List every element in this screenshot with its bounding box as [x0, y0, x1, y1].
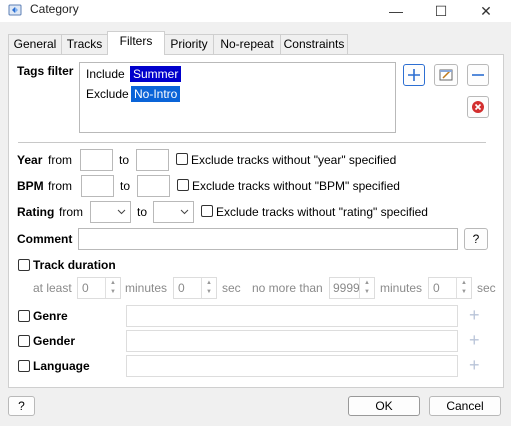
- add-genre-icon: +: [469, 305, 480, 325]
- at-least-label: at least: [33, 281, 72, 295]
- language-input: [126, 355, 458, 377]
- spinner-icon: ▲ ▼: [201, 278, 216, 298]
- help-button[interactable]: ?: [8, 396, 35, 416]
- bpm-to-label: to: [120, 179, 131, 193]
- tab-tracks[interactable]: Tracks: [61, 34, 108, 54]
- tab-priority[interactable]: Priority: [164, 34, 214, 54]
- genre-label: Genre: [33, 309, 68, 323]
- min-duration-minutes-value: 0: [82, 281, 89, 295]
- language-label: Language: [33, 359, 90, 373]
- year-from-input[interactable]: [80, 149, 113, 171]
- chevron-down-icon: [180, 209, 189, 215]
- bpm-from-label: from: [48, 179, 72, 193]
- tags-filter-label: Tags filter: [17, 64, 74, 78]
- add-gender-icon: +: [469, 330, 480, 350]
- add-tag-button[interactable]: [403, 64, 425, 86]
- max-duration-minutes-value: 9999: [333, 281, 360, 295]
- max-duration-seconds-value: 0: [433, 281, 440, 295]
- year-to-input[interactable]: [136, 149, 169, 171]
- close-button[interactable]: ✕: [466, 0, 506, 22]
- max-duration-minutes: 9999 ▲ ▼: [329, 277, 375, 299]
- window-title: Category: [30, 2, 79, 16]
- tag-row-tag[interactable]: No-Intro: [131, 86, 181, 102]
- ok-button[interactable]: OK: [348, 396, 420, 416]
- exclude-rating-checkbox[interactable]: [201, 205, 213, 217]
- plus-icon: [408, 69, 420, 81]
- clear-tags-button[interactable]: [467, 96, 489, 118]
- bpm-label: BPM: [17, 179, 44, 193]
- spinner-icon: ▲ ▼: [105, 278, 120, 298]
- minutes-label: minutes: [380, 281, 423, 295]
- year-label: Year: [17, 153, 43, 167]
- exclude-rating-label: Exclude tracks without "rating" specifie…: [216, 205, 428, 219]
- separator: [18, 142, 486, 143]
- cancel-button[interactable]: Cancel: [429, 396, 501, 416]
- exclude-year-checkbox[interactable]: [176, 153, 188, 165]
- tab-filters[interactable]: Filters: [107, 31, 165, 55]
- comment-label: Comment: [17, 232, 73, 246]
- tab-general[interactable]: General: [8, 34, 62, 54]
- app-icon: [8, 4, 22, 16]
- sec-label: sec: [477, 281, 496, 295]
- max-duration-seconds: 0 ▲ ▼: [428, 277, 472, 299]
- tab-constraints[interactable]: Constraints: [280, 34, 348, 54]
- year-to-label: to: [119, 153, 130, 167]
- sec-label: sec: [222, 281, 241, 295]
- bpm-to-input[interactable]: [137, 175, 170, 197]
- spinner-icon: ▲ ▼: [456, 278, 471, 298]
- min-duration-seconds-value: 0: [178, 281, 185, 295]
- language-checkbox[interactable]: [18, 360, 30, 372]
- tab-no-repeat[interactable]: No-repeat: [213, 34, 281, 54]
- maximize-button[interactable]: ☐: [421, 0, 461, 22]
- exclude-year-label: Exclude tracks without "year" specified: [191, 153, 397, 167]
- minus-icon: [472, 74, 484, 76]
- track-duration-label: Track duration: [33, 258, 116, 272]
- comment-help-button[interactable]: ?: [464, 228, 488, 250]
- rating-from-select[interactable]: [90, 201, 131, 223]
- rating-label: Rating: [17, 205, 55, 219]
- genre-checkbox[interactable]: [18, 310, 30, 322]
- spinner-icon: ▲ ▼: [359, 278, 374, 298]
- chevron-down-icon: [117, 209, 126, 215]
- gender-label: Gender: [33, 334, 76, 348]
- tag-row-mode: Exclude: [86, 87, 129, 101]
- edit-tag-button[interactable]: [434, 64, 458, 86]
- min-duration-minutes: 0 ▲ ▼: [77, 277, 121, 299]
- delete-icon: [472, 101, 484, 113]
- gender-input: [126, 330, 458, 352]
- tag-row-tag[interactable]: Summer: [130, 66, 182, 82]
- no-more-than-label: no more than: [252, 281, 323, 295]
- bpm-from-input[interactable]: [81, 175, 114, 197]
- exclude-bpm-checkbox[interactable]: [177, 179, 189, 191]
- gender-checkbox[interactable]: [18, 335, 30, 347]
- track-duration-checkbox[interactable]: [18, 259, 30, 271]
- tag-row-mode: Include: [86, 67, 125, 81]
- year-from-label: from: [48, 153, 72, 167]
- comment-input[interactable]: [78, 228, 458, 250]
- genre-input: [126, 305, 458, 327]
- rating-to-select[interactable]: [153, 201, 194, 223]
- minimize-button[interactable]: —: [376, 0, 416, 22]
- minutes-label: minutes: [125, 281, 168, 295]
- add-language-icon: +: [469, 355, 480, 375]
- rating-to-label: to: [137, 205, 148, 219]
- min-duration-seconds: 0 ▲ ▼: [173, 277, 217, 299]
- edit-icon: [439, 69, 453, 81]
- rating-from-label: from: [59, 205, 83, 219]
- remove-tag-button[interactable]: [467, 64, 489, 86]
- exclude-bpm-label: Exclude tracks without "BPM" specified: [192, 179, 400, 193]
